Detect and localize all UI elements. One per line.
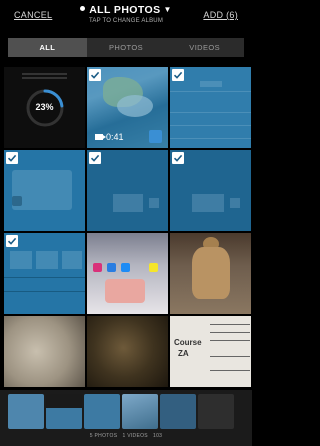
check-icon[interactable] (6, 152, 18, 164)
photo-subject (210, 324, 250, 325)
duration-text: 0:41 (106, 132, 124, 142)
check-icon[interactable] (89, 152, 101, 164)
app-icon (107, 263, 116, 272)
selected-thumbnail[interactable] (46, 394, 82, 429)
photo-subject: Course (174, 338, 202, 347)
snapchat-icon (149, 263, 158, 272)
top-bar: CANCEL ALL PHOTOS ▼ TAP TO CHANGE ALBUM A… (0, 0, 252, 32)
selected-thumbnail[interactable] (198, 394, 234, 429)
media-tile[interactable] (170, 150, 251, 231)
video-duration: 0:41 (95, 132, 124, 142)
selected-thumbnail[interactable] (84, 394, 120, 429)
selection-tray: 5 PHOTOS 1 VIDEOS 103 (0, 390, 252, 446)
check-icon[interactable] (172, 152, 184, 164)
photo-subject (210, 356, 250, 357)
photo-subject (105, 279, 145, 303)
media-tile[interactable]: 23% (4, 67, 85, 148)
media-grid: 23% 0:41 Course ZA (4, 67, 252, 387)
selected-thumbnail[interactable] (160, 394, 196, 429)
photo-tile[interactable] (170, 233, 251, 314)
check-icon[interactable] (89, 69, 101, 81)
video-tile[interactable]: 0:41 (87, 67, 168, 148)
photos-count: 5 PHOTOS (89, 433, 118, 439)
video-camera-icon (95, 134, 106, 140)
album-dot-icon (80, 6, 86, 11)
selected-thumbnails (8, 394, 244, 429)
tab-all[interactable]: ALL (8, 38, 87, 57)
tab-videos[interactable]: VIDEOS (165, 38, 244, 57)
add-button[interactable]: ADD (6) (203, 10, 238, 20)
photo-tile[interactable] (87, 233, 168, 314)
selected-thumbnail[interactable] (8, 394, 44, 429)
media-tile[interactable] (4, 233, 85, 314)
tile-content (4, 67, 85, 79)
progress-percent: 23% (35, 102, 54, 112)
media-tile[interactable] (4, 150, 85, 231)
instagram-icon (93, 263, 102, 272)
photo-subject (210, 332, 250, 333)
photo-subject (192, 247, 230, 299)
messenger-icon (121, 263, 130, 272)
check-icon[interactable] (172, 69, 184, 81)
total-count: 103 (152, 433, 163, 439)
photo-tile[interactable]: Course ZA (170, 316, 251, 387)
videos-count: 1 VIDEOS (122, 433, 148, 439)
selection-counts: 5 PHOTOS 1 VIDEOS 103 (0, 433, 252, 439)
media-tile[interactable] (170, 67, 251, 148)
photo-tile[interactable] (4, 316, 85, 387)
tab-photos[interactable]: PHOTOS (87, 38, 166, 57)
photo-subject (210, 340, 250, 341)
check-icon[interactable] (6, 235, 18, 247)
chevron-down-icon[interactable]: ▼ (163, 5, 171, 14)
photo-subject (210, 370, 250, 371)
album-title[interactable]: ALL PHOTOS (89, 4, 160, 16)
shield-icon (149, 130, 162, 143)
photo-tile[interactable] (87, 316, 168, 387)
photo-subject: ZA (178, 349, 189, 358)
selected-thumbnail[interactable] (122, 394, 158, 429)
media-tile[interactable] (87, 150, 168, 231)
media-filter-tabs: ALL PHOTOS VIDEOS (8, 38, 244, 57)
